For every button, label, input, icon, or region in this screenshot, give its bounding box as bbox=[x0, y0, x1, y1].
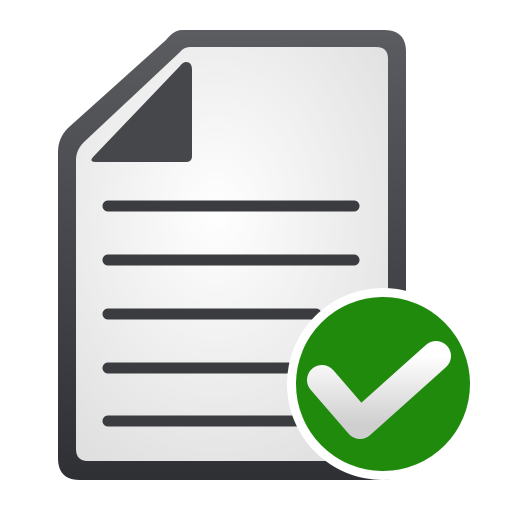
checkmark-badge-icon bbox=[287, 288, 479, 480]
document-approved-icon bbox=[0, 0, 512, 512]
document-approved-graphic bbox=[58, 30, 479, 480]
